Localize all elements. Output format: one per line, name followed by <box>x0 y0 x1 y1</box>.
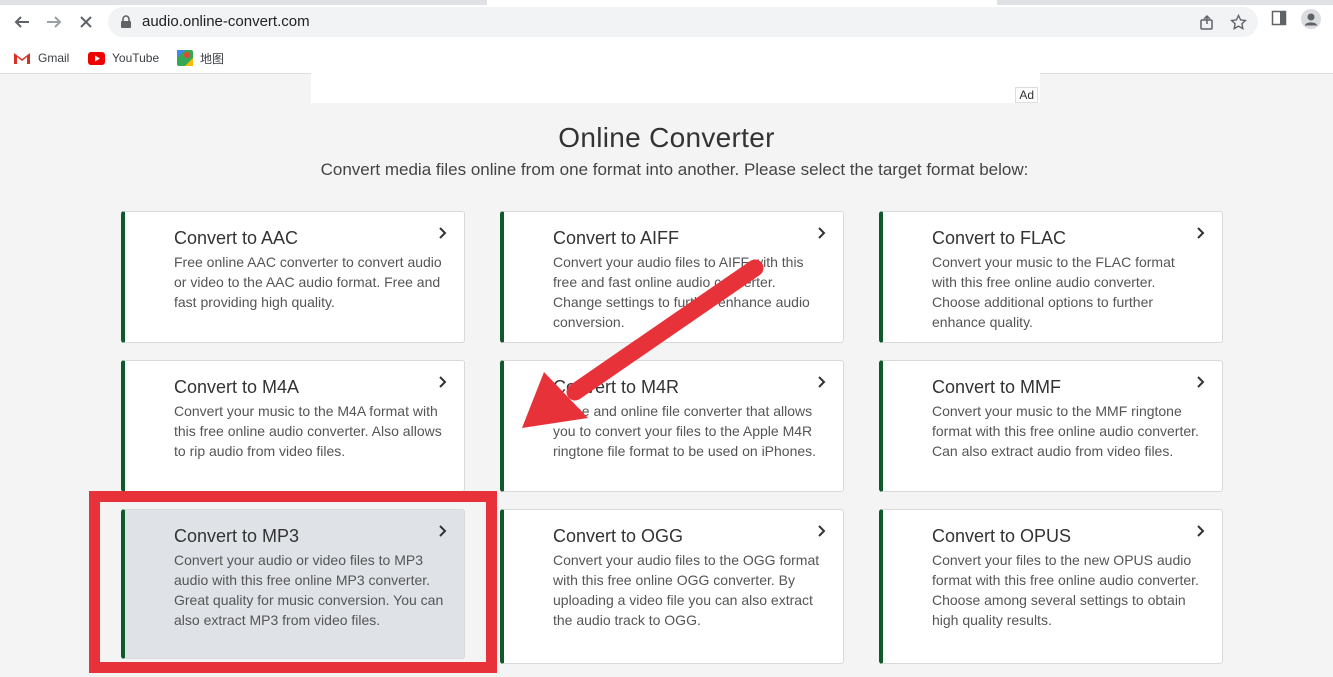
gmail-icon <box>14 53 30 64</box>
card-title: Convert to FLAC <box>932 228 1067 248</box>
card-flac[interactable]: Convert to FLAC Convert your music to th… <box>879 211 1223 343</box>
ad-banner[interactable]: Ad <box>311 73 1040 103</box>
card-description: Convert your music to the MMF ringtone f… <box>932 403 1199 459</box>
side-panel-icon[interactable] <box>1271 10 1287 26</box>
card-m4r[interactable]: Convert to M4R A free and online file co… <box>500 360 844 492</box>
chevron-right-icon <box>1197 525 1205 537</box>
url-text: audio.online-convert.com <box>142 13 310 30</box>
highlight-box <box>89 491 497 673</box>
lock-icon <box>121 15 131 28</box>
bookmark-star-icon[interactable] <box>1230 14 1247 31</box>
card-description: Free online AAC converter to convert aud… <box>174 254 442 310</box>
browser-toolbar: audio.online-convert.com <box>0 0 1333 43</box>
card-title: Convert to MMF <box>932 377 1062 397</box>
tab-strip <box>0 0 1333 5</box>
card-description: Convert your audio files to AIFF with th… <box>553 254 810 330</box>
card-description: Convert your music to the FLAC format wi… <box>932 254 1175 330</box>
forward-button[interactable] <box>41 9 67 35</box>
card-opus[interactable]: Convert to OPUS Convert your files to th… <box>879 509 1223 664</box>
chevron-right-icon <box>1197 227 1205 239</box>
card-title: Convert to OPUS <box>932 526 1072 546</box>
bookmark-label: YouTube <box>112 51 160 65</box>
card-title: Convert to M4R <box>553 377 680 397</box>
ad-label: Ad <box>1015 87 1038 103</box>
card-title: Convert to OGG <box>553 526 684 546</box>
share-icon[interactable] <box>1199 14 1216 31</box>
forward-arrow-icon <box>47 16 62 28</box>
chevron-right-icon <box>818 227 826 239</box>
bookmark-gmail[interactable]: Gmail <box>13 47 69 69</box>
card-mmf[interactable]: Convert to MMF Convert your music to the… <box>879 360 1223 492</box>
chevron-right-icon <box>818 525 826 537</box>
back-button[interactable] <box>9 9 35 35</box>
card-m4a[interactable]: Convert to M4A Convert your music to the… <box>121 360 465 492</box>
card-title: Convert to AAC <box>174 228 299 248</box>
chevron-right-icon <box>818 376 826 388</box>
youtube-icon <box>88 51 105 65</box>
chevron-right-icon <box>439 227 447 239</box>
bookmark-label: Gmail <box>38 51 70 65</box>
card-aiff[interactable]: Convert to AIFF Convert your audio files… <box>500 211 844 343</box>
close-icon <box>80 16 92 28</box>
card-title: Convert to AIFF <box>553 228 680 248</box>
profile-avatar-icon[interactable] <box>1301 9 1321 29</box>
maps-icon <box>177 50 193 66</box>
bookmark-label: 地图 <box>200 51 225 66</box>
page-title: Online Converter <box>558 122 775 153</box>
bookmark-maps[interactable]: 地图 <box>177 47 224 69</box>
card-title: Convert to M4A <box>174 377 300 397</box>
card-description: A free and online file converter that al… <box>553 403 817 459</box>
card-description: Convert your audio files to the OGG form… <box>553 552 820 628</box>
card-ogg[interactable]: Convert to OGG Convert your audio files … <box>500 509 844 664</box>
card-description: Convert your music to the M4A format wit… <box>174 403 442 459</box>
chevron-right-icon <box>439 376 447 388</box>
page-subtitle: Convert media files online from one form… <box>320 160 1029 179</box>
address-bar[interactable]: audio.online-convert.com <box>108 7 1258 37</box>
card-description: Convert your files to the new OPUS audio… <box>932 552 1199 628</box>
card-aac[interactable]: Convert to AAC Free online AAC converter… <box>121 211 465 343</box>
back-arrow-icon <box>14 16 29 28</box>
stop-loading-button[interactable] <box>73 9 99 35</box>
chevron-right-icon <box>1197 376 1205 388</box>
bookmarks-bar: Gmail YouTube 地图 <box>0 43 1333 74</box>
bookmark-youtube[interactable]: YouTube <box>88 47 159 69</box>
